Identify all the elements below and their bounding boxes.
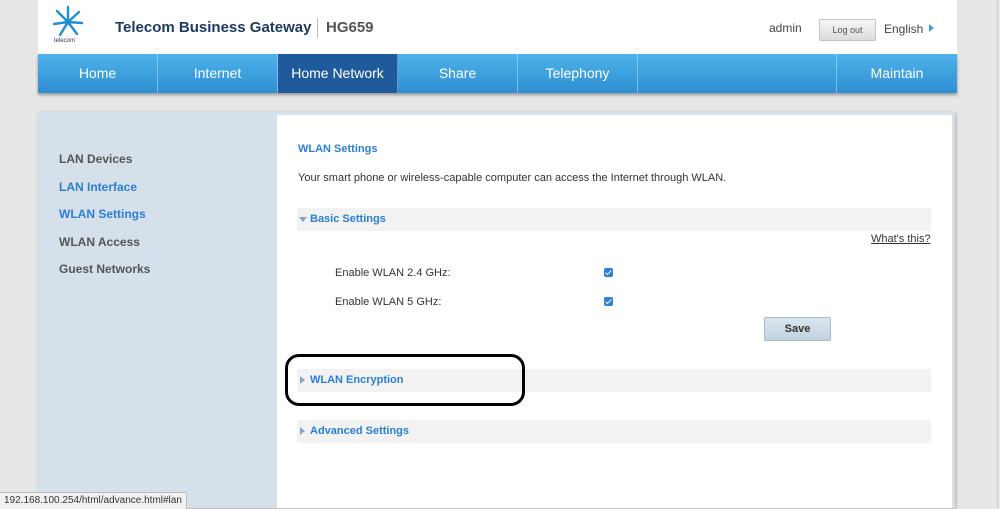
wlan-encryption-label: WLAN Encryption xyxy=(310,374,404,386)
language-label: English xyxy=(884,22,924,36)
enable-wlan-5-label: Enable WLAN 5 GHz: xyxy=(335,296,442,308)
sidebar-item-guest-networks[interactable]: Guest Networks xyxy=(59,262,150,276)
sidebar-item-wlan-settings[interactable]: WLAN Settings xyxy=(59,207,146,221)
triangle-right-icon xyxy=(300,376,305,384)
page-description: Your smart phone or wireless-capable com… xyxy=(298,172,727,184)
nav-maintain[interactable]: Maintain xyxy=(837,54,957,93)
enable-wlan-24-checkbox[interactable] xyxy=(604,268,613,277)
enable-wlan-5-checkbox[interactable] xyxy=(604,297,613,306)
logout-button[interactable]: Log out xyxy=(819,19,876,41)
advanced-settings-label: Advanced Settings xyxy=(310,425,410,437)
triangle-right-icon xyxy=(300,427,305,435)
save-button[interactable]: Save xyxy=(764,317,831,341)
nav-spacer xyxy=(638,54,837,93)
enable-wlan-24-label: Enable WLAN 2.4 GHz: xyxy=(335,267,451,279)
brand-title: Telecom Business Gateway xyxy=(115,19,312,36)
main-content: WLAN Settings Your smart phone or wirele… xyxy=(277,115,952,508)
nav-home[interactable]: Home xyxy=(38,54,158,93)
sidebar-item-lan-interface[interactable]: LAN Interface xyxy=(59,180,137,194)
nav-share[interactable]: Share xyxy=(398,54,518,93)
model-name: HG659 xyxy=(326,19,374,36)
language-selector[interactable]: English xyxy=(884,22,935,36)
page-title: WLAN Settings xyxy=(298,143,378,155)
wlan-encryption-header[interactable]: WLAN Encryption xyxy=(297,369,931,392)
basic-settings-label: Basic Settings xyxy=(310,213,386,225)
brand-divider xyxy=(317,18,318,38)
window-edge xyxy=(997,0,998,508)
sidebar-item-wlan-access[interactable]: WLAN Access xyxy=(59,235,140,249)
status-bar-url: 192.168.100.254/html/advance.html#lan xyxy=(0,492,187,509)
nav-home-network[interactable]: Home Network xyxy=(278,54,398,93)
main-nav: Home Internet Home Network Share Telepho… xyxy=(38,54,957,93)
username: admin xyxy=(769,21,802,35)
header: telecom Telecom Business Gateway HG659 a… xyxy=(38,0,957,54)
nav-telephony[interactable]: Telephony xyxy=(518,54,638,93)
whats-this-link[interactable]: What's this? xyxy=(871,233,931,245)
sidebar-item-lan-devices[interactable]: LAN Devices xyxy=(59,152,132,166)
advanced-settings-header[interactable]: Advanced Settings xyxy=(297,420,931,443)
logo-text: telecom xyxy=(54,38,76,44)
caret-right-icon xyxy=(929,24,935,32)
basic-settings-header[interactable]: Basic Settings xyxy=(297,208,931,231)
nav-internet[interactable]: Internet xyxy=(158,54,278,93)
triangle-down-icon xyxy=(299,217,307,222)
